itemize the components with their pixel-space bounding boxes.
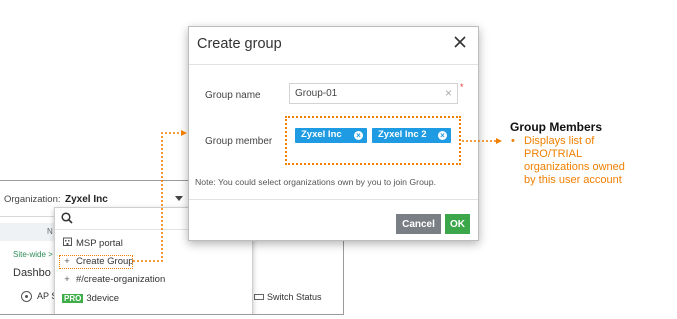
group-name-input[interactable]: Group-01 × bbox=[289, 83, 458, 104]
switch-status-label: Switch Status bbox=[267, 292, 322, 302]
switch-icon bbox=[254, 294, 264, 300]
dropdown-item-label: #/create-organization bbox=[76, 274, 166, 285]
plus-icon: + bbox=[64, 274, 70, 285]
clear-icon[interactable]: × bbox=[445, 86, 452, 100]
nav-strip-text: N bbox=[47, 227, 53, 236]
create-group-highlight bbox=[59, 255, 133, 269]
dropdown-item-create-organization[interactable]: + #/create-organization bbox=[62, 274, 165, 285]
remove-tag-icon[interactable]: × bbox=[354, 131, 363, 140]
callout-line: by this user account bbox=[524, 174, 622, 186]
breadcrumb[interactable]: Site-wide > bbox=[13, 250, 53, 259]
organization-value: Zyxel Inc bbox=[65, 194, 108, 205]
member-tag: Zyxel Inc 2 × bbox=[372, 128, 451, 143]
callout-bullet: • bbox=[511, 135, 515, 147]
callout-line: PRO/TRIAL bbox=[524, 148, 583, 160]
callout-line: Displays list of bbox=[524, 135, 595, 147]
building-icon bbox=[62, 237, 72, 249]
create-group-dialog: Create group Group name Group-01 × * Gro… bbox=[188, 26, 479, 241]
search-icon bbox=[61, 212, 73, 224]
page-title: Dashbo bbox=[13, 267, 51, 279]
organization-label: Organization: bbox=[4, 194, 61, 205]
close-icon[interactable] bbox=[453, 35, 467, 49]
callout-title: Group Members bbox=[510, 120, 603, 134]
cancel-button[interactable]: Cancel bbox=[396, 214, 441, 234]
dropdown-item-3device[interactable]: PRO 3device bbox=[62, 293, 119, 304]
dropdown-item-label: 3device bbox=[86, 293, 120, 304]
group-name-label: Group name bbox=[205, 90, 261, 101]
callout-line: organizations owned bbox=[524, 161, 625, 173]
remove-tag-icon[interactable]: × bbox=[438, 131, 447, 140]
caret-down-icon bbox=[175, 196, 183, 201]
member-tag-label: Zyxel Inc bbox=[301, 129, 342, 140]
member-tag: Zyxel Inc × bbox=[295, 128, 367, 143]
header-divider bbox=[189, 64, 478, 65]
member-tag-label: Zyxel Inc 2 bbox=[378, 129, 427, 140]
footer-divider bbox=[189, 199, 478, 200]
group-member-label: Group member bbox=[205, 136, 273, 147]
dropdown-item-label: MSP portal bbox=[76, 238, 123, 249]
pro-badge: PRO bbox=[62, 294, 84, 303]
dropdown-item-msp-portal[interactable]: MSP portal bbox=[62, 237, 123, 249]
dialog-title: Create group bbox=[197, 36, 282, 52]
required-mark: * bbox=[460, 82, 464, 92]
dialog-note: Note: You could select organizations own… bbox=[195, 177, 436, 187]
ok-button[interactable]: OK bbox=[445, 214, 470, 234]
ap-status-icon bbox=[21, 291, 32, 302]
group-name-value: Group-01 bbox=[295, 88, 338, 99]
group-member-select[interactable]: Zyxel Inc × Zyxel Inc 2 × bbox=[285, 116, 461, 165]
